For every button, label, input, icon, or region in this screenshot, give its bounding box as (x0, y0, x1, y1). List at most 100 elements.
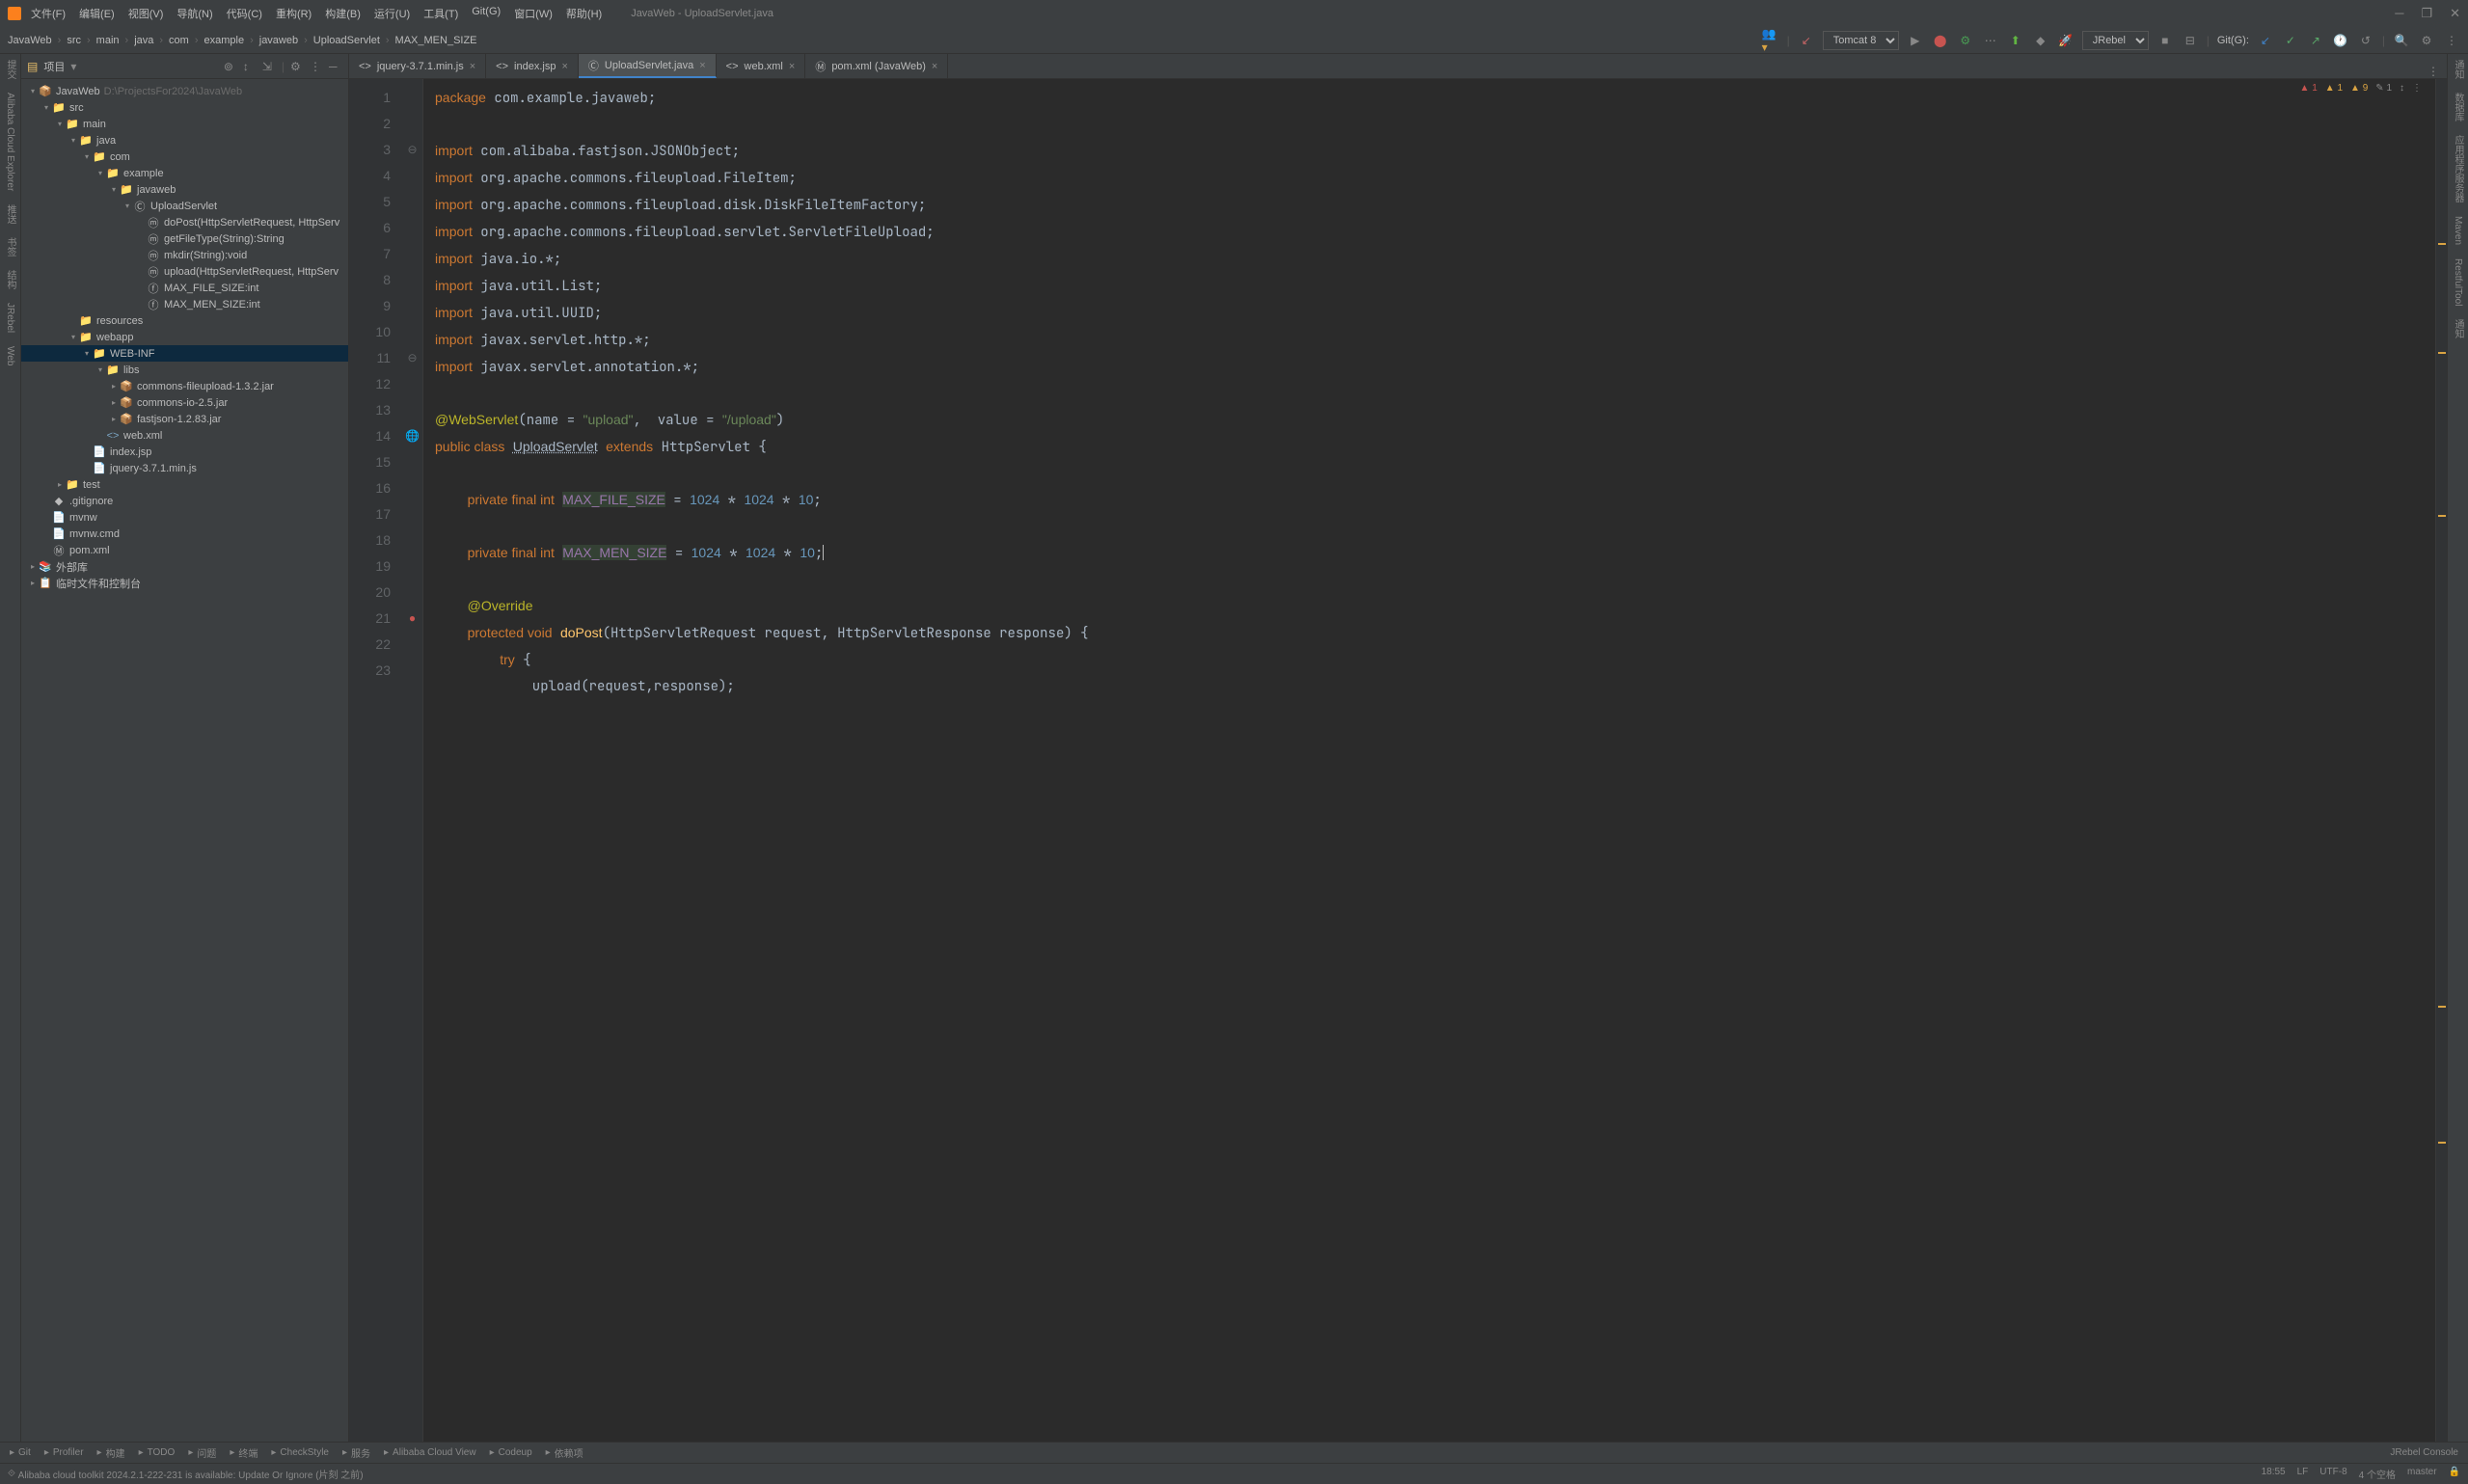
git-history-icon[interactable]: 🕐 (2332, 32, 2349, 49)
close-tab-icon[interactable]: × (932, 61, 937, 72)
inspection-summary[interactable]: ▲ 1 ▲ 1 ▲ 9 ✎ 1 ↕ ⋮ (2300, 83, 2422, 94)
expand-icon[interactable]: ↕ (243, 60, 257, 73)
bottom-tool[interactable]: ▸问题 (188, 1445, 216, 1460)
side-tool[interactable]: 通知 (2451, 60, 2465, 79)
side-tool[interactable]: 推送 (3, 204, 17, 224)
status-item[interactable]: 4 个空格 (2359, 1467, 2396, 1481)
close-tab-icon[interactable]: × (789, 61, 795, 72)
search-icon[interactable]: 🔍 (2393, 32, 2410, 49)
status-item[interactable]: master (2407, 1467, 2437, 1481)
tree-node[interactable]: ▸📦commons-fileupload-1.3.2.jar (21, 378, 348, 394)
breadcrumb-item[interactable]: src (67, 35, 81, 46)
menu-item[interactable]: 编辑(E) (79, 6, 115, 21)
side-tool[interactable]: RestfulTool (2453, 258, 2463, 306)
side-tool[interactable]: Alibaba Cloud Explorer (5, 93, 15, 191)
editor-tab[interactable]: <>web.xml× (717, 54, 806, 78)
tree-node[interactable]: ▾📁webapp (21, 329, 348, 345)
tree-node[interactable]: ▸📦commons-io-2.5.jar (21, 394, 348, 411)
menu-item[interactable]: 运行(U) (374, 6, 410, 21)
menu-item[interactable]: 工具(T) (423, 6, 458, 21)
jr-rocket-icon[interactable]: 🚀 (2057, 32, 2075, 49)
menu-item[interactable]: 构建(B) (325, 6, 361, 21)
editor-tab[interactable]: Ⓜpom.xml (JavaWeb)× (805, 54, 948, 78)
side-tool[interactable]: 通知 (2451, 319, 2465, 338)
tree-node[interactable]: 📄mvnw.cmd (21, 526, 348, 542)
editor-tab[interactable]: ⒸUploadServlet.java× (579, 54, 717, 78)
side-tool[interactable]: 书签 (3, 237, 17, 256)
bottom-tool[interactable]: ▸Codeup (490, 1447, 532, 1458)
bottom-tool[interactable]: ▸Git (10, 1447, 31, 1458)
tree-node[interactable]: ▾📁main (21, 116, 348, 132)
debug-icon[interactable]: ⚙ (1957, 32, 1974, 49)
bug-icon[interactable]: ⬤ (1932, 32, 1949, 49)
breadcrumb-item[interactable]: UploadServlet (313, 35, 380, 46)
tree-node[interactable]: ⓜdoPost(HttpServletRequest, HttpServ (21, 214, 348, 230)
bottom-tool[interactable]: ▸Alibaba Cloud View (384, 1447, 476, 1458)
dropdown-icon[interactable]: ▾ (70, 60, 76, 73)
hide-icon[interactable]: ─ (329, 60, 342, 73)
side-tool[interactable]: Web (5, 346, 15, 365)
tree-node[interactable]: ▾📁libs (21, 362, 348, 378)
menu-item[interactable]: 窗口(W) (514, 6, 553, 21)
target-icon[interactable]: ⊚ (224, 60, 237, 73)
menu-item[interactable]: 视图(V) (128, 6, 164, 21)
maximize-icon[interactable]: ❐ (2421, 6, 2432, 21)
tree-node[interactable]: ◆.gitignore (21, 493, 348, 509)
pin-icon[interactable]: ↙ (1798, 32, 1815, 49)
git-push-icon[interactable]: ↗ (2307, 32, 2324, 49)
menu-item[interactable]: Git(G) (472, 6, 501, 21)
close-tab-icon[interactable]: × (561, 61, 567, 72)
tree-node[interactable]: ▸📦fastjson-1.2.83.jar (21, 411, 348, 427)
side-tool[interactable]: JRebel (5, 303, 15, 333)
lock-icon[interactable]: 🔒 (2449, 1467, 2460, 1481)
side-tool[interactable]: Maven (2453, 216, 2463, 245)
stopall-icon[interactable]: ⊟ (2182, 32, 2199, 49)
breadcrumb-item[interactable]: JavaWeb (8, 35, 52, 46)
close-tab-icon[interactable]: × (699, 60, 705, 71)
tree-node[interactable]: ⓜmkdir(String):void (21, 247, 348, 263)
tree-node[interactable]: 📄index.jsp (21, 444, 348, 460)
overflow-icon[interactable]: ⋮ (2443, 32, 2460, 49)
tree-node[interactable]: ▾📁WEB-INF (21, 345, 348, 362)
jrebel-console[interactable]: JRebel Console (2390, 1447, 2458, 1458)
tree-node[interactable]: ▸📁test (21, 476, 348, 493)
tree-node[interactable]: ▾📁src (21, 99, 348, 116)
tree-node[interactable]: ⓕMAX_FILE_SIZE:int (21, 280, 348, 296)
tree-node[interactable]: ▾ⒸUploadServlet (21, 198, 348, 214)
tree-node[interactable]: ▸📚外部库 (21, 558, 348, 575)
close-icon[interactable]: ✕ (2450, 6, 2460, 21)
tree-node[interactable]: ▾📁com (21, 148, 348, 165)
bottom-tool[interactable]: ▸CheckStyle (271, 1447, 329, 1458)
bottom-tool[interactable]: ▸构建 (97, 1445, 125, 1460)
side-tool[interactable]: 应用程序服务器 (2451, 135, 2465, 202)
settings-icon[interactable]: ⚙ (2418, 32, 2435, 49)
git-rollback-icon[interactable]: ↺ (2357, 32, 2374, 49)
menu-item[interactable]: 重构(R) (276, 6, 312, 21)
tree-node[interactable]: ▾📁example (21, 165, 348, 181)
run-config-select[interactable]: Tomcat 8 (1823, 31, 1899, 50)
bottom-tool[interactable]: ▸服务 (342, 1445, 370, 1460)
side-tool[interactable]: 提交 (3, 60, 17, 79)
close-tab-icon[interactable]: × (470, 61, 475, 72)
users-icon[interactable]: 👥▾ (1762, 32, 1779, 49)
bottom-tool[interactable]: ▸终端 (230, 1445, 258, 1460)
more-icon[interactable]: ⋯ (1982, 32, 1999, 49)
tree-node[interactable]: ⓜupload(HttpServletRequest, HttpServ (21, 263, 348, 280)
bottom-tool[interactable]: ▸依赖项 (546, 1445, 583, 1460)
tree-node[interactable]: 📁resources (21, 312, 348, 329)
menu-item[interactable]: 帮助(H) (566, 6, 602, 21)
stop-icon[interactable]: ■ (2156, 32, 2174, 49)
status-item[interactable]: UTF-8 (2319, 1467, 2346, 1481)
bottom-tool[interactable]: ▸TODO (139, 1447, 176, 1458)
breadcrumb-item[interactable]: main (96, 35, 120, 46)
breadcrumb-item[interactable]: example (204, 35, 245, 46)
status-item[interactable]: 18:55 (2262, 1467, 2286, 1481)
deploy-icon[interactable]: ◆ (2032, 32, 2049, 49)
collapse-icon[interactable]: ⇲ (262, 60, 276, 73)
status-item[interactable]: LF (2297, 1467, 2309, 1481)
tree-node[interactable]: 📄jquery-3.7.1.min.js (21, 460, 348, 476)
status-message[interactable]: Alibaba cloud toolkit 2024.2.1-222-231 i… (18, 1467, 2262, 1481)
tree-node[interactable]: <>web.xml (21, 427, 348, 444)
tree-node[interactable]: ▾📦JavaWebD:\ProjectsFor2024\JavaWeb (21, 83, 348, 99)
source-code[interactable]: package com.example.javaweb; import com.… (423, 79, 2435, 1442)
